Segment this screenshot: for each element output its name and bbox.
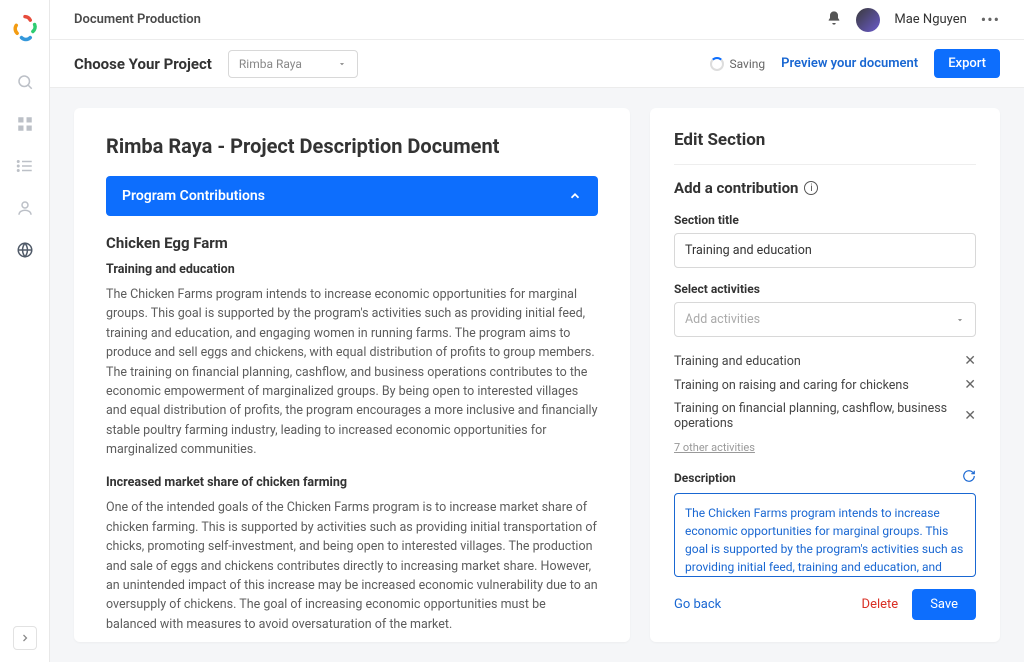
remove-activity-icon[interactable]: ✕	[964, 353, 976, 369]
info-icon[interactable]: i	[804, 181, 818, 195]
expand-rail-button[interactable]	[13, 626, 37, 650]
activity-row: Training and education ✕	[674, 349, 976, 373]
grid-icon[interactable]	[15, 114, 35, 134]
document-title: Rimba Raya - Project Description Documen…	[106, 134, 598, 158]
spinner-icon	[710, 57, 724, 71]
left-rail	[0, 0, 50, 662]
section-title-label: Section title	[674, 213, 976, 227]
delete-link[interactable]: Delete	[862, 597, 899, 612]
edit-panel: Edit Section Add a contribution i Sectio…	[650, 108, 1000, 642]
notifications-icon[interactable]	[826, 10, 842, 30]
main-column: Document Production Mae Nguyen ••• Choos…	[50, 0, 1024, 662]
edit-subtitle: Add a contribution i	[674, 179, 976, 197]
subbar: Choose Your Project Rimba Raya Saving Pr…	[50, 40, 1024, 88]
activity-label: Training on financial planning, cashflow…	[674, 401, 964, 431]
subsection-body: The Chicken Farms program intends to inc…	[106, 285, 598, 459]
chevron-up-icon	[568, 189, 582, 203]
preview-link[interactable]: Preview your document	[781, 56, 918, 71]
go-back-link[interactable]: Go back	[674, 597, 721, 612]
more-icon[interactable]: •••	[981, 10, 1000, 29]
project-select[interactable]: Rimba Raya	[228, 50, 358, 78]
description-textarea[interactable]: The Chicken Farms program intends to inc…	[674, 493, 976, 577]
section-heading: Chicken Egg Farm	[106, 234, 598, 252]
refresh-icon[interactable]	[962, 468, 976, 487]
chevron-down-icon	[955, 315, 965, 325]
section-title-input[interactable]	[674, 233, 976, 268]
app-logo	[11, 14, 39, 42]
saving-indicator: Saving	[710, 57, 765, 71]
save-button[interactable]: Save	[912, 589, 976, 620]
username-label: Mae Nguyen	[894, 12, 966, 27]
edit-panel-title: Edit Section	[674, 130, 976, 150]
user-avatar[interactable]	[856, 8, 880, 32]
accordion-header[interactable]: Program Contributions	[106, 176, 598, 216]
search-icon[interactable]	[15, 72, 35, 92]
export-button[interactable]: Export	[934, 49, 1000, 78]
project-select-value: Rimba Raya	[239, 57, 302, 71]
project-label: Choose Your Project	[74, 55, 212, 73]
activity-row: Training on raising and caring for chick…	[674, 373, 976, 397]
activity-row: Training on financial planning, cashflow…	[674, 397, 976, 435]
other-activities-link[interactable]: 7 other activities	[674, 441, 976, 454]
users-icon[interactable]	[15, 198, 35, 218]
globe-icon[interactable]	[15, 240, 35, 260]
subsection-title: Increased market share of chicken farmin…	[106, 475, 598, 490]
chevron-down-icon	[337, 59, 347, 69]
document-panel: Rimba Raya - Project Description Documen…	[74, 108, 630, 642]
subsection-body: One of the intended goals of the Chicken…	[106, 498, 598, 634]
page-breadcrumb: Document Production	[74, 12, 826, 27]
remove-activity-icon[interactable]: ✕	[964, 408, 976, 424]
subsection-title: Training and education	[106, 262, 598, 277]
divider	[674, 164, 976, 165]
topbar: Document Production Mae Nguyen •••	[50, 0, 1024, 40]
remove-activity-icon[interactable]: ✕	[964, 377, 976, 393]
activities-select[interactable]: Add activities	[674, 302, 976, 337]
description-label: Description	[674, 471, 736, 485]
select-activities-label: Select activities	[674, 282, 976, 296]
activity-label: Training and education	[674, 354, 801, 369]
activity-label: Training on raising and caring for chick…	[674, 378, 909, 393]
accordion-title: Program Contributions	[122, 188, 265, 204]
list-icon[interactable]	[15, 156, 35, 176]
